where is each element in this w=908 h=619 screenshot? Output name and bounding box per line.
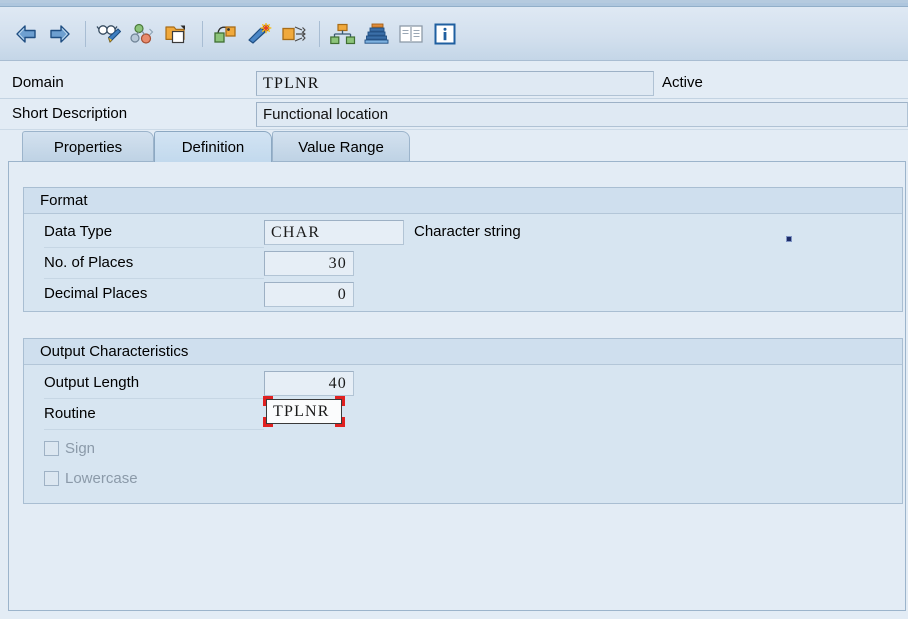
tab-value-range-label: Value Range bbox=[298, 139, 384, 156]
sign-checkbox-row[interactable]: Sign bbox=[44, 435, 95, 461]
domain-status-text: Active bbox=[662, 74, 703, 91]
routine-field-focus-frame: TPLNR bbox=[266, 399, 342, 424]
output-length-input[interactable]: 40 bbox=[264, 371, 354, 396]
routine-row: Routine TPLNR bbox=[24, 400, 902, 430]
domain-header-row: Domain TPLNR Active bbox=[0, 69, 908, 99]
focus-corner-bottom-left bbox=[263, 417, 273, 427]
decimal-places-input[interactable]: 0 bbox=[264, 282, 354, 307]
no-of-places-label: No. of Places bbox=[44, 254, 133, 271]
output-characteristics-group: Output Characteristics Output Length 40 … bbox=[23, 338, 903, 504]
tab-definition-label: Definition bbox=[182, 139, 245, 156]
window-top-strip bbox=[0, 0, 908, 7]
sign-label: Sign bbox=[65, 440, 95, 457]
domain-name-input[interactable]: TPLNR bbox=[256, 71, 654, 96]
tab-strip: Properties Definition Value Range bbox=[8, 131, 906, 162]
tab-properties-label: Properties bbox=[54, 139, 122, 156]
short-description-input[interactable]: Functional location bbox=[256, 102, 908, 127]
no-of-places-row: No. of Places 30 bbox=[24, 249, 902, 279]
cursor-marker-dot bbox=[786, 236, 792, 242]
output-length-row: Output Length 40 bbox=[24, 369, 902, 399]
output-characteristics-group-title: Output Characteristics bbox=[24, 339, 902, 365]
routine-input[interactable]: TPLNR bbox=[266, 399, 342, 424]
decimal-places-row: Decimal Places 0 bbox=[24, 280, 902, 310]
domain-label: Domain bbox=[12, 74, 64, 91]
decimal-places-label: Decimal Places bbox=[44, 285, 147, 302]
hierarchy-display-icon[interactable] bbox=[327, 17, 359, 51]
format-group: Format Data Type CHAR Character string N… bbox=[23, 187, 903, 312]
definition-tab-panel: Format Data Type CHAR Character string N… bbox=[8, 161, 906, 611]
toolbar-separator bbox=[85, 21, 86, 47]
row-separator bbox=[44, 247, 264, 248]
value-range-icon[interactable] bbox=[210, 17, 242, 51]
short-description-header-row: Short Description Functional location bbox=[0, 100, 908, 130]
no-of-places-input[interactable]: 30 bbox=[264, 251, 354, 276]
row-separator bbox=[44, 278, 264, 279]
tab-value-range[interactable]: Value Range bbox=[272, 131, 410, 162]
generate-proposal-wand-icon[interactable] bbox=[244, 17, 276, 51]
lowercase-checkbox[interactable] bbox=[44, 471, 59, 486]
data-type-row: Data Type CHAR Character string bbox=[24, 218, 902, 248]
lowercase-label: Lowercase bbox=[65, 470, 138, 487]
forward-arrow-icon[interactable] bbox=[44, 17, 76, 51]
data-type-input[interactable]: CHAR bbox=[264, 220, 404, 245]
stacked-list-icon[interactable] bbox=[361, 17, 393, 51]
documentation-book-icon[interactable] bbox=[395, 17, 427, 51]
toolbar-separator bbox=[202, 21, 203, 47]
tab-definition[interactable]: Definition bbox=[154, 131, 272, 162]
row-separator bbox=[44, 398, 264, 399]
focus-corner-bottom-right bbox=[335, 417, 345, 427]
sign-checkbox[interactable] bbox=[44, 441, 59, 456]
toolbar-separator bbox=[319, 21, 320, 47]
data-type-label: Data Type bbox=[44, 223, 112, 240]
information-icon[interactable] bbox=[429, 17, 461, 51]
focus-corner-top-left bbox=[263, 396, 273, 406]
navigate-to-object-icon[interactable] bbox=[278, 17, 310, 51]
short-description-label: Short Description bbox=[12, 105, 127, 122]
focus-corner-top-right bbox=[335, 396, 345, 406]
lowercase-checkbox-row[interactable]: Lowercase bbox=[44, 465, 138, 491]
where-used-list-icon[interactable] bbox=[127, 17, 159, 51]
tab-properties[interactable]: Properties bbox=[22, 131, 154, 162]
data-type-description: Character string bbox=[414, 223, 521, 240]
routine-label: Routine bbox=[44, 405, 96, 422]
application-toolbar bbox=[0, 7, 908, 61]
format-group-title: Format bbox=[24, 188, 902, 214]
copy-object-icon[interactable] bbox=[161, 17, 193, 51]
display-change-glasses-pencil-icon[interactable] bbox=[93, 17, 125, 51]
output-length-label: Output Length bbox=[44, 374, 139, 391]
row-separator bbox=[44, 429, 264, 430]
window-top-strip-highlight bbox=[0, 0, 908, 3]
back-arrow-icon[interactable] bbox=[10, 17, 42, 51]
